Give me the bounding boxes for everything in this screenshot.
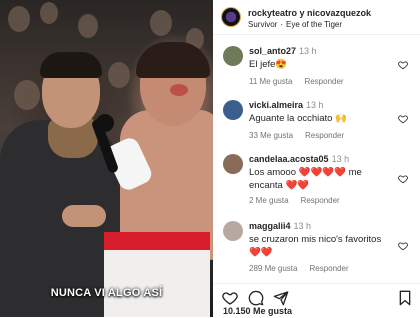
post-accounts[interactable]: rockyteatro y nicovazquezok xyxy=(248,8,371,18)
comment-like-icon[interactable] xyxy=(398,114,408,124)
post-actions-bar: 10.150 Me gusta xyxy=(213,283,420,318)
crowd-face xyxy=(14,80,40,110)
reply-button[interactable]: Responder xyxy=(304,77,343,86)
boxer-face-makeup xyxy=(170,84,188,96)
comment-text: El jefe😍 xyxy=(249,59,288,70)
instagram-post-modal: NUNCA VI ALGO ASÍ rockyteatro y nicovazq… xyxy=(0,0,420,318)
comment-meta: 11 Me gusta Responder xyxy=(249,77,344,86)
comment-username[interactable]: candelaa.acosta05 xyxy=(249,154,329,164)
audio-artist[interactable]: Survivor xyxy=(248,20,277,29)
paper-plane-icon[interactable] xyxy=(273,290,289,306)
video-caption: NUNCA VI ALGO ASÍ xyxy=(50,287,163,299)
comment-text: se cruzaron mis nico's favoritos ❤️❤️ xyxy=(249,234,382,258)
interviewer-hair xyxy=(40,52,102,78)
comment-username[interactable]: maggalii4 xyxy=(249,221,291,231)
commenter-avatar[interactable] xyxy=(223,221,243,241)
comment-header: maggalii4 13 h xyxy=(249,221,311,231)
bookmark-icon[interactable] xyxy=(397,290,413,306)
comment-header: candelaa.acosta05 13 h xyxy=(249,154,349,164)
comment-meta: 2 Me gusta Responder xyxy=(249,196,340,205)
audio-song[interactable]: Eye of the Tiger xyxy=(286,20,342,29)
comment-likes[interactable]: 2 Me gusta xyxy=(249,196,289,205)
comment-meta: 33 Me gusta Responder xyxy=(249,131,344,140)
comment-like-icon[interactable] xyxy=(398,60,408,70)
comment-username[interactable]: sol_anto27 xyxy=(249,46,296,56)
comment-text: Los amooo ❤️❤️❤️❤️ me encanta ❤️❤️ xyxy=(249,167,362,191)
comment-time[interactable]: 13 h xyxy=(332,154,350,164)
comment-bubble-icon[interactable] xyxy=(248,290,264,306)
comment-time[interactable]: 13 h xyxy=(306,100,324,110)
comment-time[interactable]: 13 h xyxy=(294,221,312,231)
comment-meta: 289 Me gusta Responder xyxy=(249,264,349,273)
commenter-avatar[interactable] xyxy=(223,46,243,66)
comment-like-icon[interactable] xyxy=(398,174,408,184)
post-header: rockyteatro y nicovazquezok Survivor · Eye… xyxy=(213,0,420,35)
crowd-face xyxy=(78,14,98,38)
comment-header: sol_anto27 13 h xyxy=(249,46,317,56)
crowd-face xyxy=(40,2,58,24)
comment-header: vicki.almeira 13 h xyxy=(249,100,324,110)
commenter-avatar[interactable] xyxy=(223,154,243,174)
comment-text: Aguante la occhiato 🙌 xyxy=(249,113,347,124)
account-avatar[interactable] xyxy=(222,8,240,26)
comment-likes[interactable]: 289 Me gusta xyxy=(249,264,297,273)
post-likes-count[interactable]: 10.150 Me gusta xyxy=(223,306,292,316)
crowd-face xyxy=(108,62,130,88)
comment-likes[interactable]: 33 Me gusta xyxy=(249,131,293,140)
crowd-face xyxy=(8,6,30,32)
comments-panel: rockyteatro y nicovazquezok Survivor · Eye… xyxy=(213,0,420,318)
audio-separator: · xyxy=(280,20,284,29)
comment-likes[interactable]: 11 Me gusta xyxy=(249,77,292,86)
reply-button[interactable]: Responder xyxy=(301,196,340,205)
comment-like-icon[interactable] xyxy=(398,241,408,251)
reply-button[interactable]: Responder xyxy=(305,131,344,140)
audio-info[interactable]: Survivor · Eye of the Tiger xyxy=(248,20,342,29)
interviewer-hand xyxy=(62,205,106,227)
comment-username[interactable]: vicki.almeira xyxy=(249,100,303,110)
reel-video[interactable]: NUNCA VI ALGO ASÍ xyxy=(0,0,213,317)
heart-outline-icon[interactable] xyxy=(222,290,238,306)
microphone-head xyxy=(96,114,114,132)
boxer-waistband xyxy=(104,232,210,250)
comment-time[interactable]: 13 h xyxy=(299,46,317,56)
crowd-face xyxy=(150,10,172,36)
commenter-avatar[interactable] xyxy=(223,100,243,120)
reply-button[interactable]: Responder xyxy=(309,264,348,273)
